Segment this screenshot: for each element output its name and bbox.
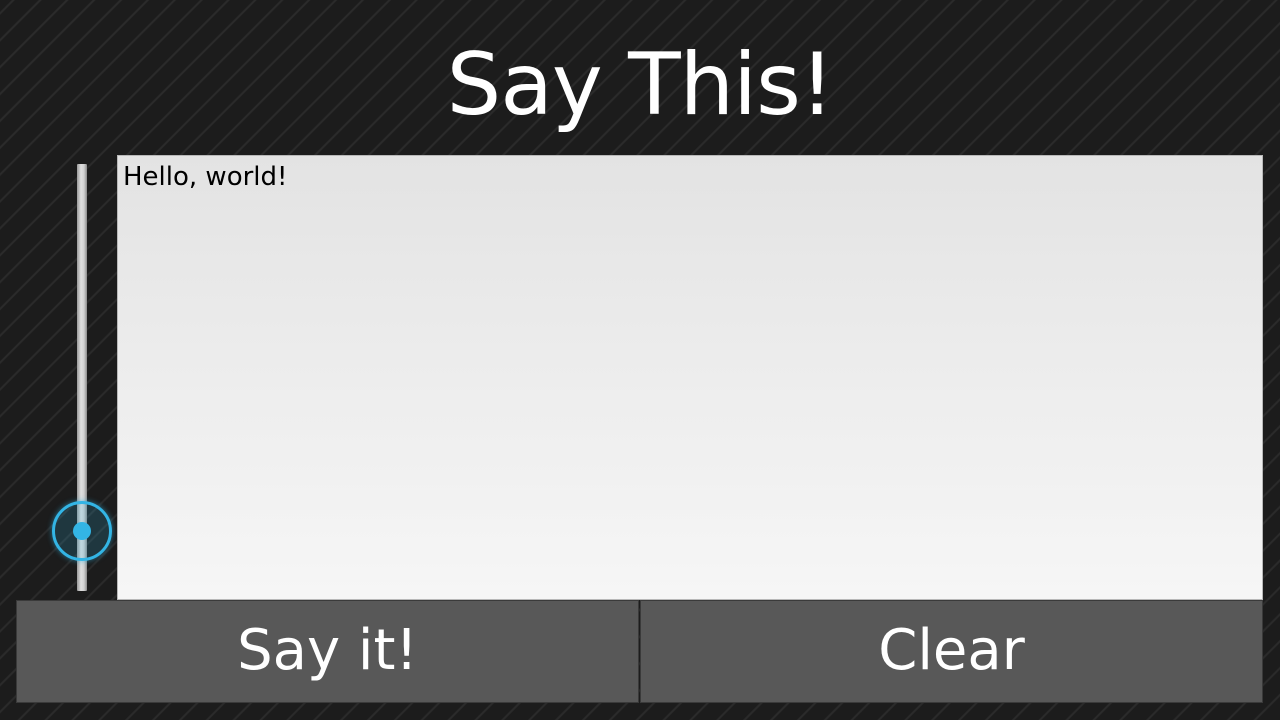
app-window: Say This! Say it! Clear <box>0 0 1280 720</box>
button-bar: Say it! Clear <box>16 600 1264 703</box>
slider-thumb[interactable] <box>52 501 112 562</box>
clear-button[interactable]: Clear <box>640 600 1263 703</box>
app-title: Say This! <box>446 35 835 135</box>
say-it-button[interactable]: Say it! <box>16 600 639 703</box>
vertical-slider[interactable] <box>52 164 112 592</box>
slider-thumb-dot <box>73 522 91 541</box>
speech-text-input[interactable] <box>117 155 1263 600</box>
